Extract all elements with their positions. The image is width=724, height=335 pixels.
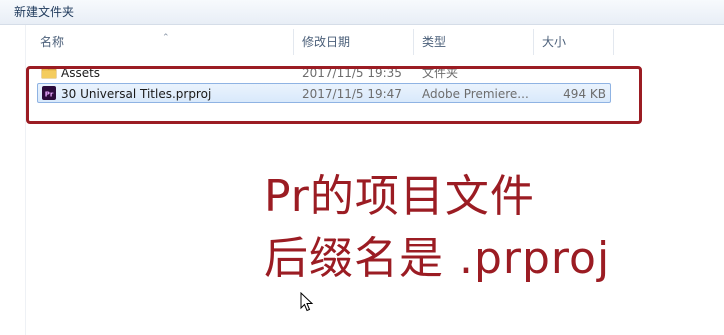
column-header-modified[interactable]: 修改日期: [294, 29, 414, 55]
column-header-modified-label: 修改日期: [302, 35, 351, 49]
column-header-size[interactable]: 大小: [534, 29, 614, 55]
column-header-row: 名称 ⌃ 修改日期 类型 大小: [26, 29, 724, 55]
file-row-prproj[interactable]: Pr 30 Universal Titles.prproj 2017/11/5 …: [37, 83, 611, 103]
file-name: Assets: [61, 66, 101, 80]
mouse-pointer-icon: [300, 292, 314, 312]
sort-up-icon: ⌃: [162, 33, 170, 43]
file-modified-date: 2017/11/5 19:35: [302, 66, 402, 80]
file-type: Adobe Premiere...: [422, 87, 529, 101]
file-size: 494 KB: [563, 87, 606, 101]
navigation-pane-edge: [0, 25, 26, 335]
file-explorer-window: 新建文件夹 名称 ⌃ 修改日期 类型 大小 Assets 2017/11/5 1…: [0, 0, 724, 335]
file-name: 30 Universal Titles.prproj: [61, 87, 212, 101]
premiere-pro-file-icon: Pr: [42, 86, 56, 100]
svg-text:Pr: Pr: [45, 91, 54, 99]
annotation-line-1: Pr的项目文件: [264, 171, 535, 222]
column-header-name-label: 名称: [40, 35, 65, 49]
file-type: 文件夹: [422, 66, 459, 80]
column-header-name[interactable]: 名称 ⌃: [32, 29, 294, 55]
column-header-type[interactable]: 类型: [414, 29, 534, 55]
toolbar: 新建文件夹: [0, 0, 724, 25]
column-header-size-label: 大小: [542, 35, 567, 49]
folder-icon: [41, 67, 57, 79]
new-folder-button[interactable]: 新建文件夹: [8, 3, 80, 21]
column-header-type-label: 类型: [422, 35, 447, 49]
file-modified-date: 2017/11/5 19:47: [302, 87, 402, 101]
file-row-assets[interactable]: Assets 2017/11/5 19:35 文件夹: [37, 63, 611, 83]
annotation-line-2: 后缀名是 .prproj: [264, 233, 611, 284]
